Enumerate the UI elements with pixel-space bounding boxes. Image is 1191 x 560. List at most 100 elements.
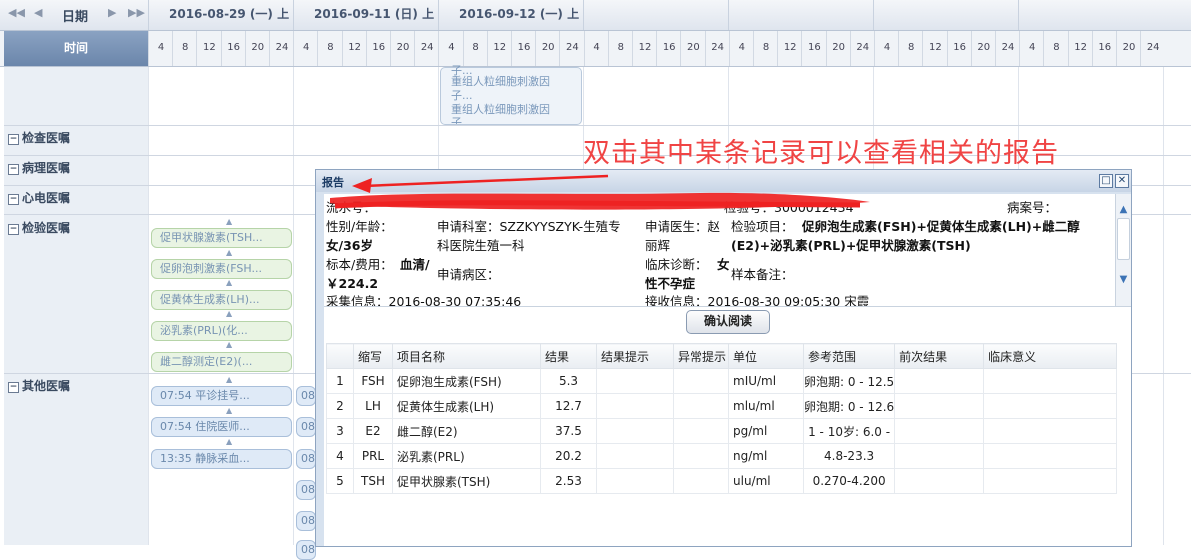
table-cell xyxy=(983,368,1118,394)
collapse-icon[interactable]: − xyxy=(8,164,19,175)
row-other-orders[interactable]: − 其他医嘱 xyxy=(8,377,70,394)
date-column-5 xyxy=(728,0,874,30)
col-header-abbr: 缩写 xyxy=(353,343,393,369)
scroll-thumb[interactable] xyxy=(1117,218,1130,260)
first-page-icon[interactable]: ◀◀ xyxy=(8,6,25,19)
prev-page-icon[interactable]: ◀ xyxy=(34,6,42,19)
lab-order-item[interactable]: 促黄体生成素(LH)... xyxy=(151,290,292,310)
specimen-label: 标本/费用： xyxy=(326,257,393,272)
lab-order-item[interactable]: 促卵泡刺激素(FSH... xyxy=(151,259,292,279)
info-scrollbar[interactable]: ▲ ▼ xyxy=(1115,194,1131,306)
table-cell: pg/ml xyxy=(728,418,804,444)
lab-order-item[interactable]: 雌二醇测定(E2)(... xyxy=(151,352,292,372)
grid-divider xyxy=(148,67,149,545)
last-page-icon[interactable]: ▶▶ xyxy=(128,6,145,19)
hour-tick: 20 xyxy=(1116,31,1141,66)
other-order-item[interactable]: 13:35 静脉采血... xyxy=(151,449,292,469)
hour-tick: 20 xyxy=(680,31,705,66)
other-order-item[interactable]: 08 xyxy=(296,417,316,437)
grid-divider xyxy=(1163,67,1164,545)
row-lab-orders[interactable]: − 检验医嘱 xyxy=(8,219,70,236)
instruction-annotation: 双击其中某条记录可以查看相关的报告 xyxy=(583,138,1059,169)
other-order-item[interactable]: 08 xyxy=(296,386,316,406)
fee-value: ￥224.2 xyxy=(326,276,379,291)
hour-tick: 16 xyxy=(1091,31,1117,66)
hour-tick: 20 xyxy=(535,31,560,66)
test-items-value: 促卵泡生成素(FSH)+促黄体生成素(LH)+雌二醇 xyxy=(802,219,1080,234)
table-row[interactable]: 2 LH 促黄体生成素(LH) 12.7 mlu/ml 卵泡期: 0 - 12.6 xyxy=(326,393,1118,419)
other-order-item[interactable]: 08 xyxy=(296,480,316,500)
col-header-previous: 前次结果 xyxy=(894,343,985,369)
table-row[interactable]: 5 TSH 促甲状腺素(TSH) 2.53 ulu/ml 0.270-4.200 xyxy=(326,468,1118,494)
diagnosis-label: 临床诊断： xyxy=(645,257,708,272)
arrow-up-icon: ▲ xyxy=(226,406,233,415)
table-cell: 卵泡期: 0 - 12.6 xyxy=(802,393,896,419)
hour-tick: 16 xyxy=(656,31,681,66)
dialog-title: 报告 xyxy=(322,176,344,189)
arrow-up-icon: ▲ xyxy=(226,437,233,446)
row-pathology-orders[interactable]: − 病理医嘱 xyxy=(8,159,70,176)
collapse-icon[interactable]: − xyxy=(8,224,19,235)
lab-order-item[interactable]: 泌乳素(PRL)(化... xyxy=(151,321,292,341)
col-header-item: 项目名称 xyxy=(392,343,541,369)
col-header-index xyxy=(326,343,354,369)
scroll-down-icon[interactable]: ▼ xyxy=(1118,274,1129,285)
dialog-titlebar[interactable]: 报告 □ ✕ xyxy=(316,170,1131,192)
case-number-label: 病案号： xyxy=(1007,200,1058,215)
maximize-icon[interactable]: □ xyxy=(1099,174,1113,188)
table-cell xyxy=(596,393,674,419)
hour-tick: 20 xyxy=(825,31,851,66)
table-cell: 0.270-4.200 xyxy=(802,468,896,494)
hour-tick: 8 xyxy=(172,31,197,66)
table-cell xyxy=(894,468,985,494)
row-label-text: 心电医嘱 xyxy=(22,191,71,205)
row-label-text: 检查医嘱 xyxy=(22,131,71,145)
remark-label: 样本备注： xyxy=(731,267,794,282)
hour-tick: 12 xyxy=(777,31,802,66)
next-page-icon[interactable]: ▶ xyxy=(108,6,116,19)
table-cell xyxy=(596,468,674,494)
arrow-up-icon: ▲ xyxy=(226,248,233,257)
timeline-card[interactable]: 子... 重组人粒细胞刺激因 子... 重组人粒细胞刺激因 子... xyxy=(440,64,582,125)
table-cell: 2.53 xyxy=(540,468,597,494)
doctor-value: 丽辉 xyxy=(645,238,671,253)
collapse-icon[interactable]: − xyxy=(8,134,19,145)
table-cell: 雌二醇(E2) xyxy=(392,418,541,444)
date-column-4 xyxy=(583,0,729,30)
other-order-item[interactable]: 08 xyxy=(296,449,316,469)
row-label-text: 其他医嘱 xyxy=(22,379,71,393)
other-order-item[interactable]: 07:54 住院医师... xyxy=(151,417,292,437)
hour-tick: 8 xyxy=(607,31,633,66)
table-cell xyxy=(894,368,985,394)
test-items-value-2: (E2)+泌乳素(PRL)+促甲状腺激素(TSH) xyxy=(731,238,971,253)
hour-tick: 12 xyxy=(1067,31,1093,66)
other-order-item[interactable]: 08 xyxy=(296,540,316,560)
table-row[interactable]: 1 FSH 促卵泡生成素(FSH) 5.3 mIU/ml 卵泡期: 0 - 12.5 xyxy=(326,368,1118,394)
table-cell xyxy=(983,468,1118,494)
table-cell: ng/ml xyxy=(728,443,804,469)
other-order-item[interactable]: 08 xyxy=(296,511,316,531)
hour-tick: 16 xyxy=(220,31,246,66)
collapse-icon[interactable]: − xyxy=(8,194,19,205)
table-cell xyxy=(983,418,1118,444)
table-row[interactable]: 3 E2 雌二醇(E2) 37.5 pg/ml 1 - 10岁: 6.0 - xyxy=(326,418,1118,444)
table-cell xyxy=(983,443,1118,469)
hour-tick: 20 xyxy=(390,31,415,66)
row-ecg-orders[interactable]: − 心电医嘱 xyxy=(8,189,70,206)
confirm-read-button[interactable]: 确认阅读 xyxy=(686,310,770,334)
table-row[interactable]: 4 PRL 泌乳素(PRL) 20.2 ng/ml 4.8-23.3 xyxy=(326,443,1118,469)
hour-tick: 24 xyxy=(414,31,439,66)
close-icon[interactable]: ✕ xyxy=(1115,174,1129,188)
table-cell: E2 xyxy=(353,418,393,444)
scroll-up-icon[interactable]: ▲ xyxy=(1118,204,1129,215)
row-exam-orders[interactable]: − 检查医嘱 xyxy=(8,129,70,146)
other-order-item[interactable]: 07:54 平诊挂号... xyxy=(151,386,292,406)
collapse-icon[interactable]: − xyxy=(8,382,19,393)
col-header-result-hint: 结果提示 xyxy=(596,343,674,369)
hour-tick: 24 xyxy=(995,31,1020,66)
lab-order-item[interactable]: 促甲状腺激素(TSH... xyxy=(151,228,292,248)
table-cell xyxy=(894,418,985,444)
table-header-row: 缩写 项目名称 结果 结果提示 异常提示 单位 参考范围 前次结果 临床意义 xyxy=(326,343,1118,369)
card-line: 子... xyxy=(451,116,473,124)
row-divider xyxy=(4,125,1191,126)
